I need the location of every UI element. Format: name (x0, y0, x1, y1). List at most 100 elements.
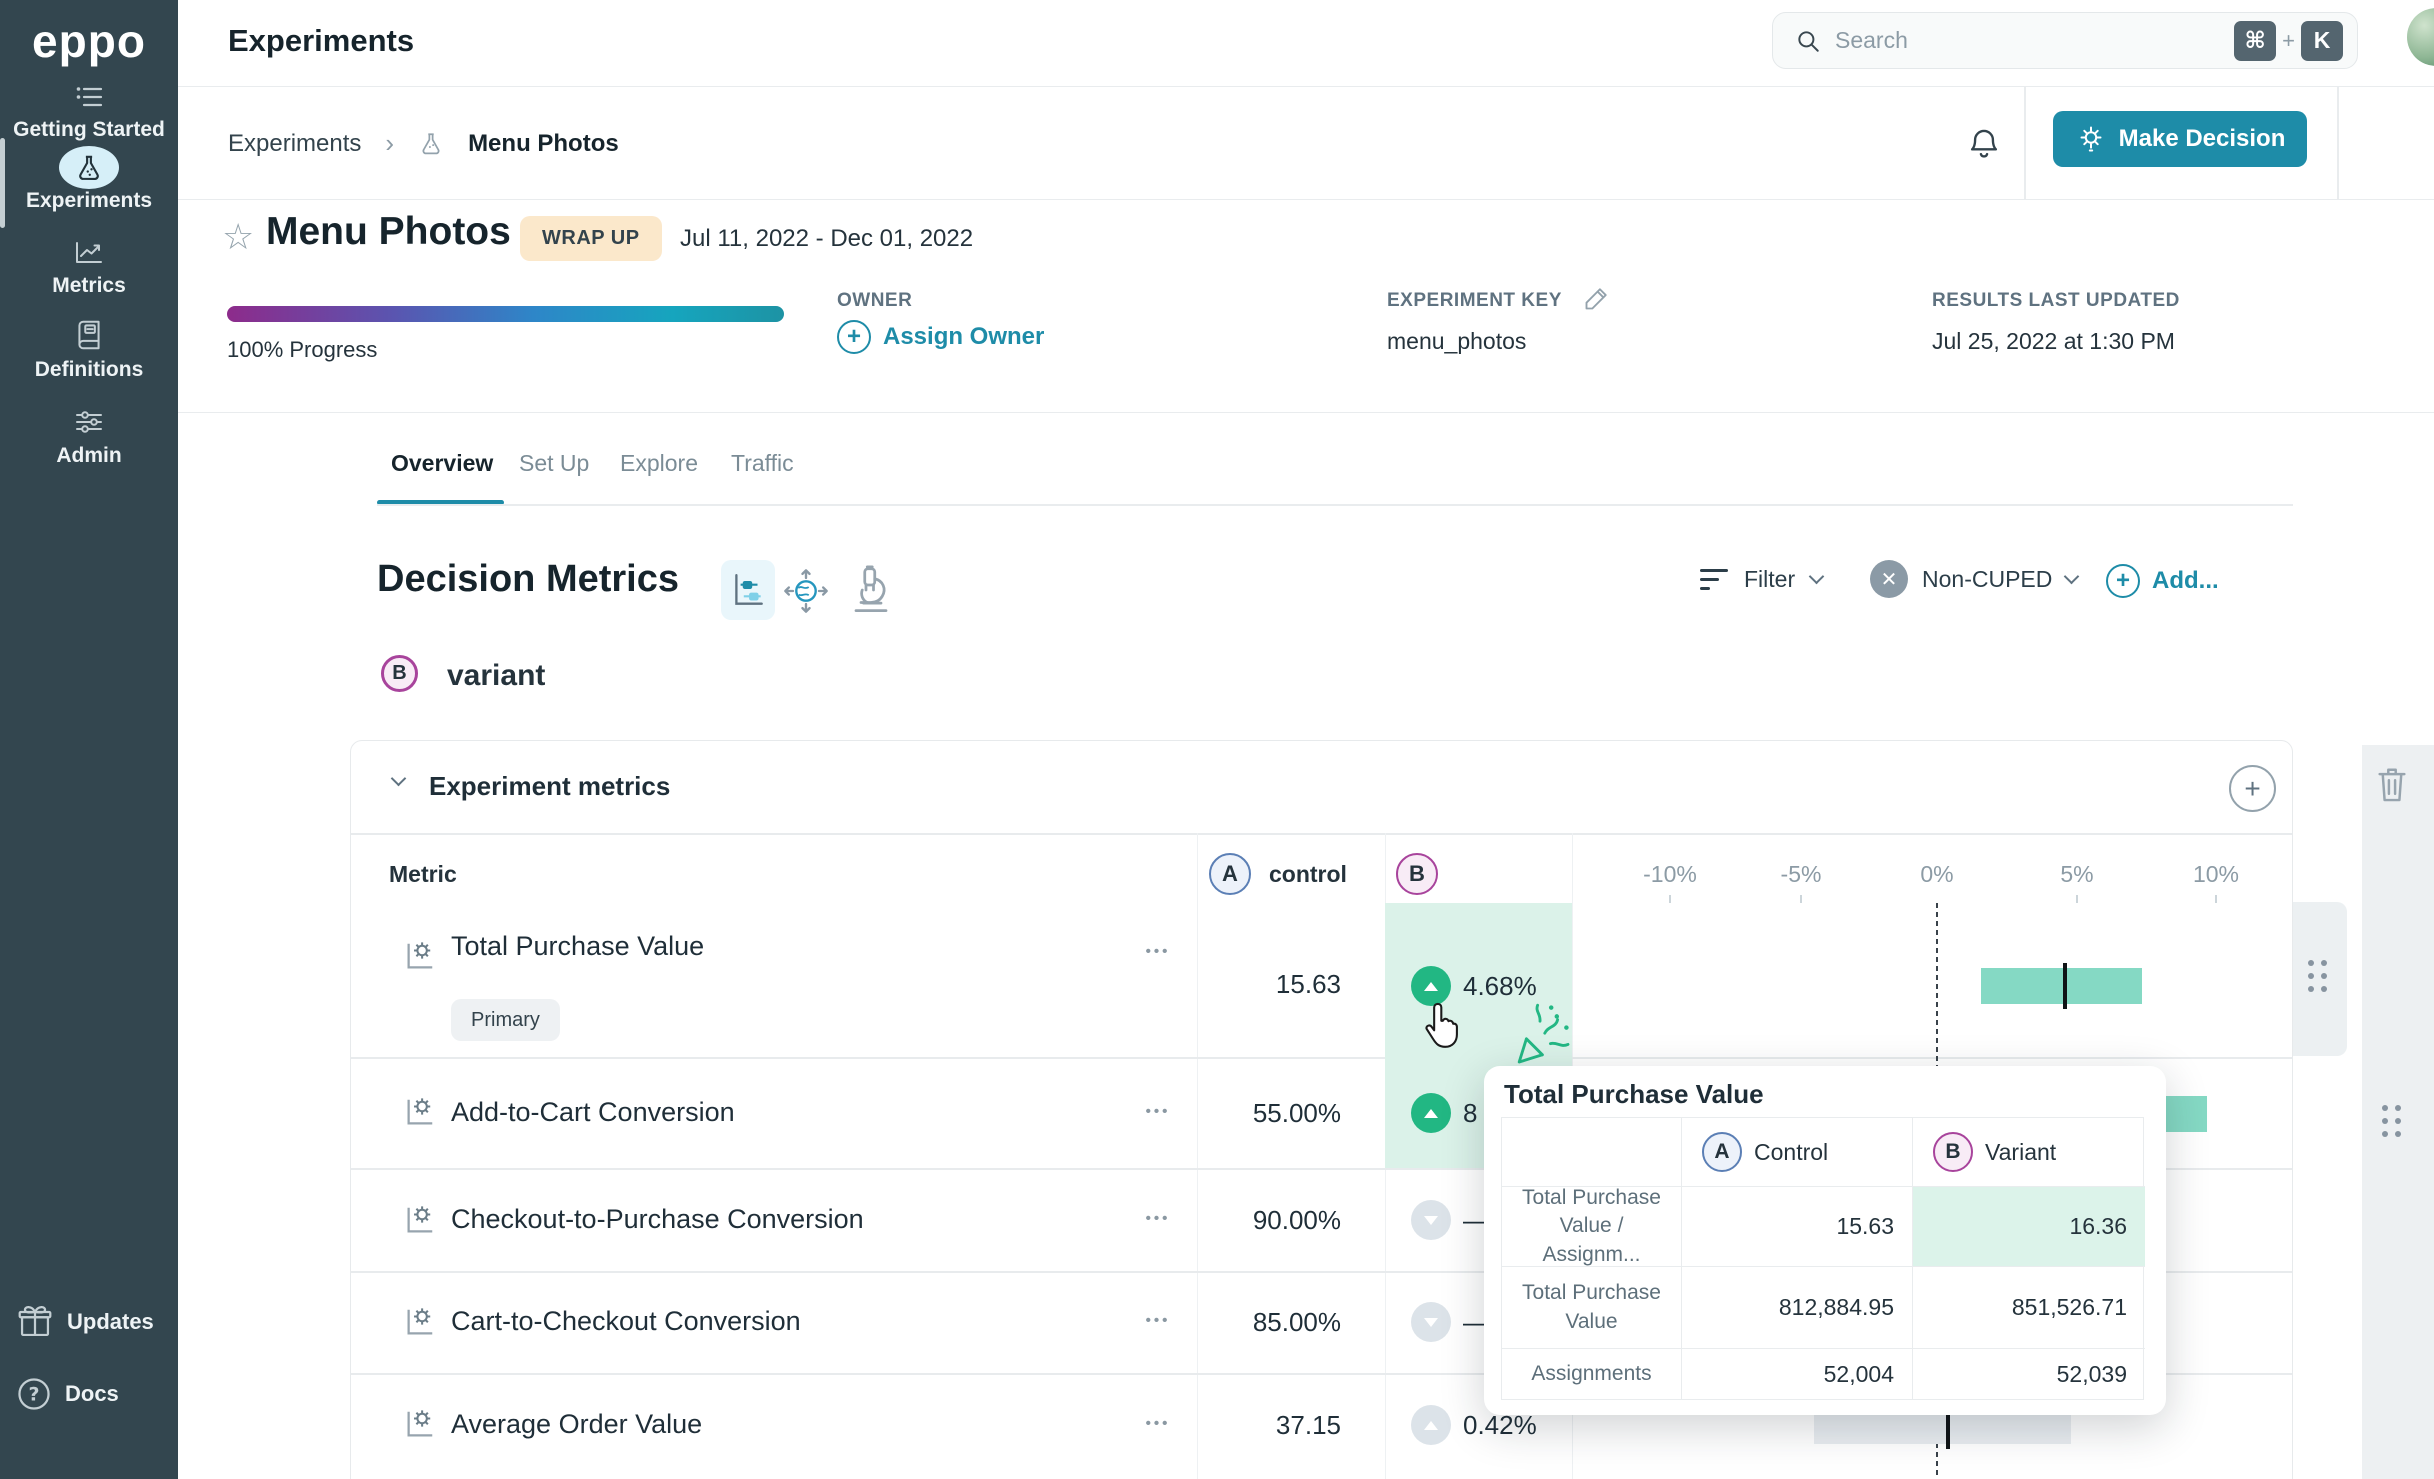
axis-tick: 0% (1920, 861, 1953, 888)
row-more-button[interactable]: ••• (1128, 943, 1188, 960)
sidebar-item-label: Experiments (0, 189, 178, 213)
variant-b-column-badge: B (1396, 853, 1438, 895)
drag-dots-icon (2308, 960, 2327, 992)
chevron-down-icon (1809, 569, 1825, 585)
breadcrumb: Experiments › Menu Photos (228, 87, 619, 200)
make-decision-button[interactable]: Make Decision (2053, 111, 2307, 167)
sidebar-item-admin[interactable]: Admin (0, 406, 178, 468)
experiment-metrics-title: Experiment metrics (429, 771, 670, 802)
variant-name: variant (447, 659, 545, 693)
sidebar-item-label: Definitions (0, 358, 178, 382)
tooltip-row-label: Total Purchase Value (1502, 1266, 1681, 1348)
cuped-label: Non-CUPED (1922, 566, 2052, 593)
boxplot-view-button[interactable] (721, 560, 775, 620)
gift-icon (15, 1302, 55, 1342)
metric-gear-icon (403, 1201, 439, 1237)
divider (2024, 87, 2026, 200)
tab-traffic[interactable]: Traffic (731, 450, 794, 477)
add-metric-circle-button[interactable]: + (2229, 765, 2276, 812)
status-badge: WRAP UP (520, 216, 662, 261)
metric-name[interactable]: Checkout-to-Purchase Conversion (451, 1204, 864, 1235)
tab-explore[interactable]: Explore (620, 450, 698, 477)
chart-icon (72, 236, 106, 268)
question-icon: ? (15, 1375, 53, 1413)
metric-gear-icon (403, 937, 439, 973)
search-icon (1795, 28, 1821, 54)
cuped-toggle[interactable]: ✕ Non-CUPED (1870, 560, 2077, 598)
plus-icon: + (837, 320, 871, 354)
add-metric-button[interactable]: + Add... (2106, 564, 2219, 598)
metric-gear-icon (403, 1405, 439, 1441)
progress-bar (227, 306, 784, 322)
hand-cursor-icon (1420, 1000, 1466, 1052)
global-lift-button[interactable] (780, 565, 832, 622)
edit-pencil-icon[interactable] (1583, 284, 1611, 312)
tooltip-control-value: 812,884.95 (1681, 1266, 1912, 1348)
row-divider (351, 1057, 2293, 1059)
sidebar-item-docs[interactable]: ? Docs (15, 1375, 119, 1413)
sidebar-item-label: Docs (65, 1381, 119, 1407)
sidebar-item-metrics[interactable]: Metrics (0, 236, 178, 298)
drag-dots-icon[interactable] (2382, 1105, 2401, 1137)
axis-tick: -10% (1643, 861, 1697, 888)
sidebar-item-experiments[interactable]: Experiments (0, 153, 178, 213)
breadcrumb-current: Menu Photos (468, 130, 619, 158)
app-root: eppo Getting Started Experiments Metrics… (0, 0, 2434, 1479)
metric-name[interactable]: Add-to-Cart Conversion (451, 1097, 735, 1128)
tab-divider-line (377, 504, 2293, 506)
column-divider (1197, 833, 1198, 1479)
svg-text:?: ? (28, 1384, 39, 1406)
control-value: 85.00% (1051, 1307, 1341, 1338)
star-icon[interactable]: ☆ (222, 216, 254, 258)
lift-up-indicator[interactable] (1411, 1405, 1451, 1445)
metric-name[interactable]: Cart-to-Checkout Conversion (451, 1306, 801, 1337)
bell-icon[interactable] (1965, 125, 2003, 163)
assign-owner-button[interactable]: + Assign Owner (837, 320, 1044, 354)
progress-label: 100% Progress (227, 337, 377, 363)
control-value: 90.00% (1051, 1205, 1341, 1236)
globe-arrows-icon (780, 565, 832, 617)
row-drag-handle[interactable] (2293, 902, 2347, 1056)
experiment-header: ☆ Menu Photos WRAP UP Jul 11, 2022 - Dec… (178, 200, 2434, 413)
sidebar-item-getting-started[interactable]: Getting Started (0, 82, 178, 142)
control-column-header: control (1269, 861, 1347, 888)
search-input[interactable] (1835, 27, 2234, 54)
ci-bar (1814, 1414, 2071, 1444)
ci-mean-tick (2063, 963, 2067, 1009)
shortcut-plus: + (2282, 28, 2295, 54)
sidebar-item-updates[interactable]: Updates (15, 1302, 154, 1342)
lift-down-indicator[interactable] (1411, 1200, 1451, 1240)
primary-tag: Primary (451, 999, 560, 1041)
k-key-badge: K (2301, 21, 2343, 61)
eppo-logo[interactable]: eppo (0, 14, 178, 68)
metric-name[interactable]: Average Order Value (451, 1409, 702, 1440)
lift-up-indicator[interactable] (1411, 1093, 1451, 1133)
page-title: Experiments (228, 23, 414, 59)
control-value: 37.15 (1051, 1410, 1341, 1441)
sidebar-item-definitions[interactable]: Definitions (0, 318, 178, 382)
filter-button[interactable]: Filter (1700, 566, 1822, 593)
experiment-key-value: menu_photos (1387, 328, 1526, 355)
experiment-key-label: EXPERIMENT KEY (1387, 290, 1562, 312)
trash-icon[interactable] (2372, 763, 2412, 805)
diagnostics-button[interactable] (846, 563, 896, 622)
lift-down-indicator[interactable] (1411, 1302, 1451, 1342)
axis-mark (1669, 895, 1671, 903)
tooltip-row-label: Total Purchase Value / Assignm... (1502, 1186, 1681, 1266)
metric-name[interactable]: Total Purchase Value (451, 931, 704, 962)
experiment-title: Menu Photos (266, 210, 511, 254)
search-box[interactable]: ⌘ + K (1772, 12, 2358, 69)
variant-b-badge: B (381, 655, 418, 692)
top-bar: Experiments ⌘ + K (178, 0, 2434, 87)
tab-set-up[interactable]: Set Up (519, 450, 589, 477)
user-avatar[interactable] (2407, 8, 2434, 66)
tab-overview[interactable]: Overview (391, 450, 493, 477)
collapse-chevron-icon[interactable] (391, 771, 407, 787)
list-icon (72, 82, 106, 112)
tooltip-control-value: 15.63 (1681, 1186, 1912, 1266)
table-top-border (351, 833, 2293, 835)
sliders-icon (72, 406, 106, 438)
breadcrumb-root[interactable]: Experiments (228, 130, 361, 158)
tooltip-variant-value: 52,039 (1912, 1348, 2145, 1399)
flask-icon (74, 153, 104, 183)
